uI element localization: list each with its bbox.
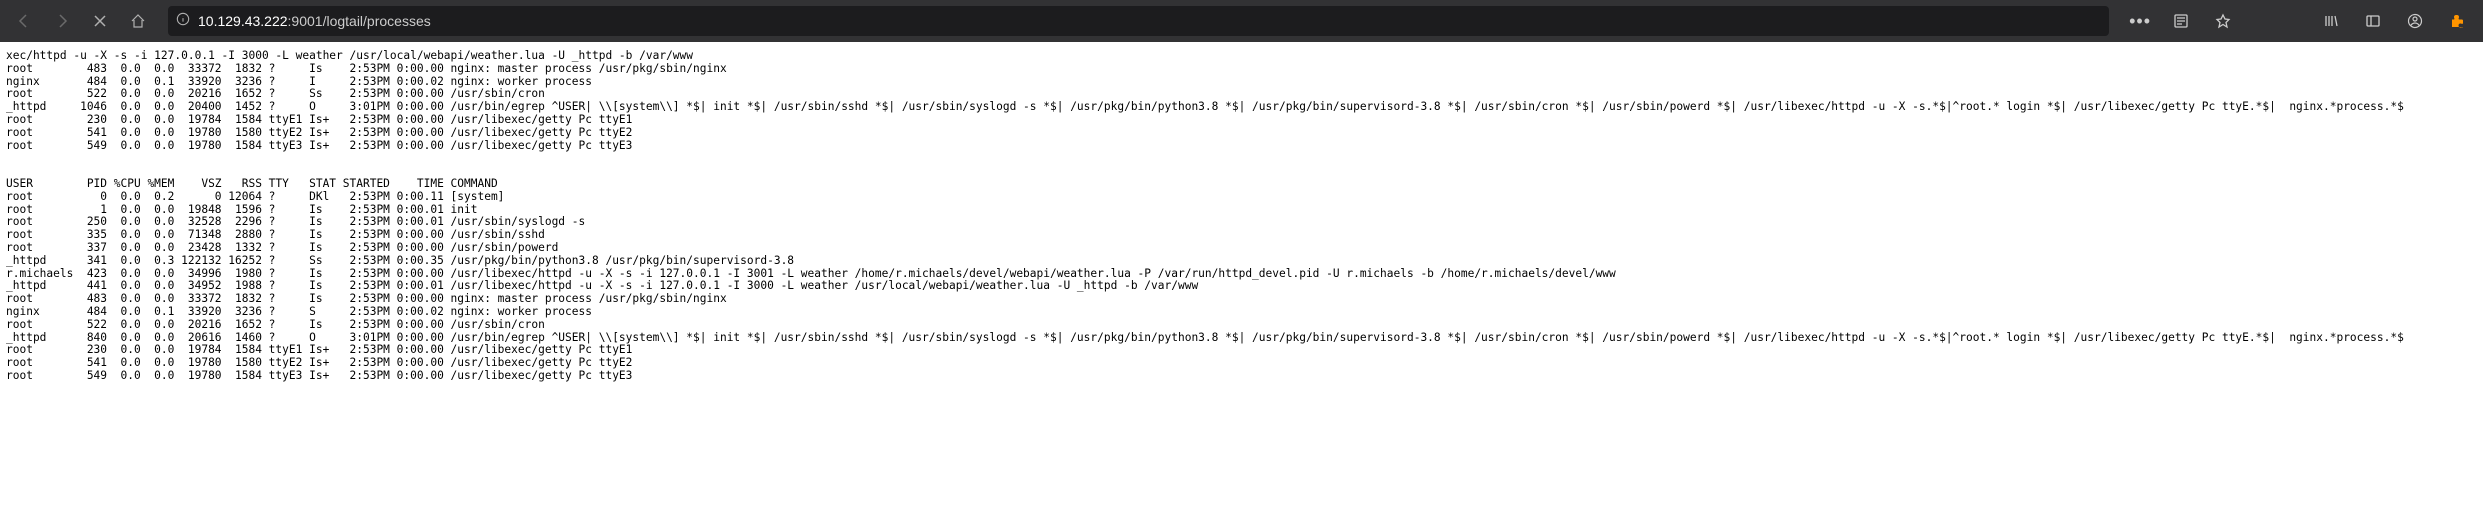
stop-button[interactable]: [84, 5, 116, 37]
library-icon[interactable]: [2313, 5, 2349, 37]
account-icon[interactable]: [2397, 5, 2433, 37]
reader-view-icon[interactable]: [2163, 5, 2199, 37]
site-info-icon[interactable]: [176, 12, 190, 31]
url-text: 10.129.43.222:9001/logtail/processes: [198, 13, 431, 29]
browser-toolbar: 10.129.43.222:9001/logtail/processes •••: [0, 0, 2483, 42]
home-button[interactable]: [122, 5, 154, 37]
forward-button[interactable]: [46, 5, 78, 37]
sidebar-icon[interactable]: [2355, 5, 2391, 37]
extension-icon[interactable]: [2439, 5, 2475, 37]
bookmark-icon[interactable]: [2205, 5, 2241, 37]
page-actions-icon[interactable]: •••: [2123, 11, 2157, 32]
page-content: xec/httpd -u -X -s -i 127.0.0.1 -I 3000 …: [0, 42, 2483, 391]
process-log: xec/httpd -u -X -s -i 127.0.0.1 -I 3000 …: [6, 50, 2477, 383]
url-bar[interactable]: 10.129.43.222:9001/logtail/processes: [168, 6, 2109, 36]
back-button[interactable]: [8, 5, 40, 37]
